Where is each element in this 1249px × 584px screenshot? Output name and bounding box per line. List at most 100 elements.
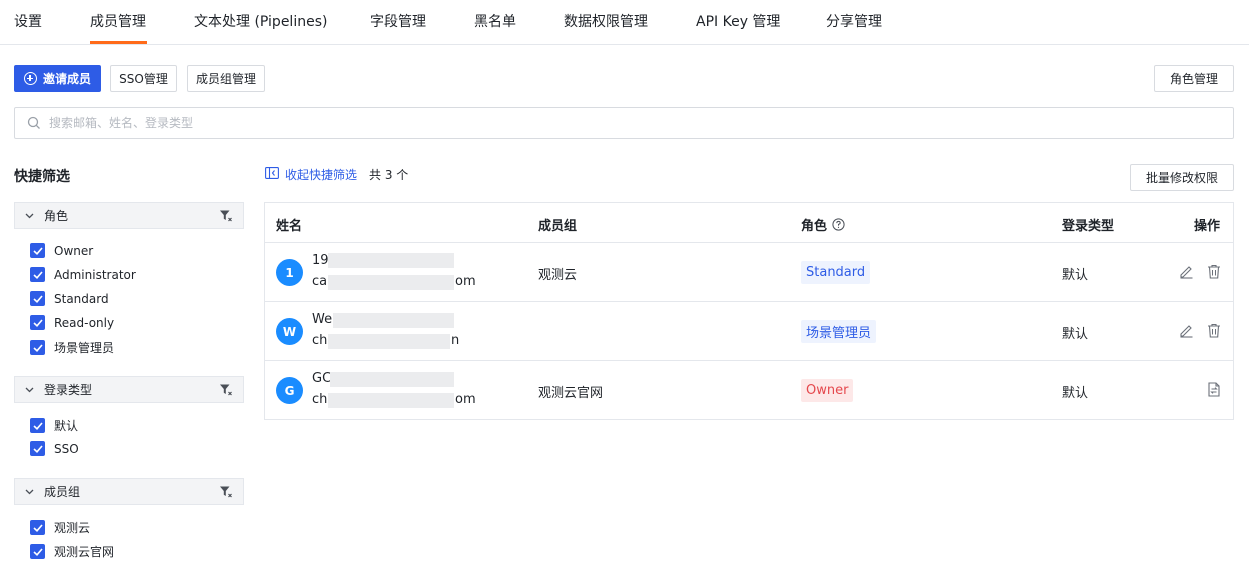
- avatar: W: [276, 318, 303, 345]
- column-header-role: 角色: [801, 215, 845, 234]
- filter-option-sso[interactable]: SSO: [30, 441, 79, 456]
- chevron-down-icon: [25, 213, 34, 219]
- filter-option-label: 观测云: [54, 521, 91, 535]
- member-name: 19: [312, 253, 329, 268]
- filter-option-guance[interactable]: 观测云: [30, 519, 90, 536]
- sso-management-button[interactable]: SSO管理: [110, 65, 177, 92]
- member-group: 观测云: [538, 268, 578, 283]
- chevron-down-icon: [25, 489, 34, 495]
- checkbox-checked-icon[interactable]: [30, 441, 45, 456]
- redaction-mask: [328, 393, 454, 408]
- column-header-login-type: 登录类型: [1062, 219, 1115, 234]
- tab-fields[interactable]: 字段管理: [370, 11, 426, 31]
- search-box[interactable]: [14, 107, 1234, 139]
- member-name: We: [312, 312, 333, 327]
- tab-members[interactable]: 成员管理: [90, 11, 146, 31]
- member-group: 观测云官网: [538, 386, 604, 401]
- filter-option-label: 默认: [54, 419, 79, 433]
- column-header-group: 成员组: [538, 219, 578, 234]
- member-email-end: om: [455, 274, 476, 289]
- tab-api-key[interactable]: API Key 管理: [696, 11, 780, 31]
- filter-group-title: 成员组: [44, 485, 81, 499]
- filter-option-administrator[interactable]: Administrator: [30, 267, 136, 282]
- member-email-start: ca: [312, 274, 328, 289]
- role-management-button[interactable]: 角色管理: [1154, 65, 1234, 92]
- member-email-start: ch: [312, 333, 328, 348]
- member-email-start: ch: [312, 392, 328, 407]
- redaction-mask: [333, 313, 454, 328]
- transfer-icon[interactable]: [1207, 382, 1221, 397]
- checkbox-checked-icon[interactable]: [30, 520, 45, 535]
- help-icon[interactable]: [832, 218, 845, 231]
- checkbox-checked-icon[interactable]: [30, 418, 45, 433]
- tab-data-permissions[interactable]: 数据权限管理: [564, 11, 648, 31]
- delete-icon[interactable]: [1207, 323, 1221, 338]
- filter-group-member-group[interactable]: 成员组: [14, 478, 244, 505]
- filter-option-owner[interactable]: Owner: [30, 243, 93, 258]
- filter-option-label: SSO: [54, 441, 79, 456]
- edit-icon[interactable]: [1179, 323, 1194, 338]
- checkbox-checked-icon[interactable]: [30, 340, 45, 355]
- table-row[interactable]: W We ch n 场景管理员 默认: [265, 302, 1233, 361]
- column-header-actions: 操作: [1194, 219, 1221, 234]
- clear-filter-icon[interactable]: [219, 209, 233, 223]
- filter-option-label: 观测云官网: [54, 545, 115, 559]
- active-tab-indicator: [90, 41, 147, 44]
- column-header-name: 姓名: [276, 219, 303, 234]
- filter-option-label: Administrator: [54, 267, 136, 282]
- filter-option-standard[interactable]: Standard: [30, 291, 109, 306]
- clear-filter-icon[interactable]: [219, 383, 233, 397]
- table-row[interactable]: G GC ch om 观测云官网 Owner 默认: [265, 361, 1233, 420]
- collapse-quick-filter-link[interactable]: 收起快捷筛选: [265, 166, 357, 183]
- edit-icon[interactable]: [1179, 264, 1194, 279]
- role-badge: 场景管理员: [801, 320, 877, 343]
- redaction-mask: [328, 275, 454, 290]
- filter-group-role[interactable]: 角色: [14, 202, 244, 229]
- chevron-down-icon: [25, 387, 34, 393]
- quick-filter-title: 快捷筛选: [14, 169, 70, 185]
- checkbox-checked-icon[interactable]: [30, 291, 45, 306]
- filter-option-guance-website[interactable]: 观测云官网: [30, 543, 114, 560]
- filter-option-label: Read-only: [54, 315, 115, 330]
- group-management-button[interactable]: 成员组管理: [187, 65, 265, 92]
- member-name: GC: [312, 371, 332, 386]
- filter-option-read-only[interactable]: Read-only: [30, 315, 114, 330]
- filter-group-login-type[interactable]: 登录类型: [14, 376, 244, 403]
- avatar: 1: [276, 259, 303, 286]
- search-icon: [27, 116, 41, 130]
- batch-edit-permissions-button[interactable]: 批量修改权限: [1130, 164, 1234, 191]
- tab-settings[interactable]: 设置: [14, 11, 42, 31]
- collapse-quick-filter-label: 收起快捷筛选: [285, 168, 358, 182]
- member-email-end: n: [451, 333, 460, 348]
- tab-sharing[interactable]: 分享管理: [826, 11, 882, 31]
- checkbox-checked-icon[interactable]: [30, 267, 45, 282]
- checkbox-checked-icon[interactable]: [30, 243, 45, 258]
- filter-option-label: 场景管理员: [54, 341, 115, 355]
- filter-option-scene-admin[interactable]: 场景管理员: [30, 339, 114, 356]
- invite-member-label: 邀请成员: [42, 72, 91, 86]
- redaction-mask: [328, 334, 450, 349]
- tab-pipelines[interactable]: 文本处理 (Pipelines): [194, 11, 327, 31]
- table-row[interactable]: 1 19 ca om 观测云 Standard 默认: [265, 243, 1233, 302]
- redaction-mask: [328, 253, 454, 268]
- role-badge: Owner: [801, 379, 854, 402]
- redaction-mask: [330, 372, 454, 387]
- members-table: 姓名 成员组 角色 登录类型 操作 1 19 ca om 观测云 Standar…: [264, 202, 1234, 420]
- filter-option-label: Owner: [54, 243, 94, 258]
- delete-icon[interactable]: [1207, 264, 1221, 279]
- filter-option-default[interactable]: 默认: [30, 417, 78, 434]
- login-type: 默认: [1062, 268, 1089, 283]
- tab-blacklist[interactable]: 黑名单: [474, 11, 516, 31]
- checkbox-checked-icon[interactable]: [30, 315, 45, 330]
- collapse-sidebar-icon: [265, 167, 279, 182]
- avatar: G: [276, 377, 303, 404]
- invite-member-button[interactable]: 邀请成员: [14, 65, 101, 92]
- filter-group-title: 登录类型: [44, 383, 93, 397]
- member-count: 共 3 个: [369, 168, 409, 182]
- clear-filter-icon[interactable]: [219, 485, 233, 499]
- member-email-end: om: [455, 392, 476, 407]
- role-badge: Standard: [801, 261, 871, 284]
- search-input[interactable]: [49, 116, 1149, 130]
- top-tabs: 设置 成员管理 文本处理 (Pipelines) 字段管理 黑名单 数据权限管理…: [0, 0, 1249, 45]
- checkbox-checked-icon[interactable]: [30, 544, 45, 559]
